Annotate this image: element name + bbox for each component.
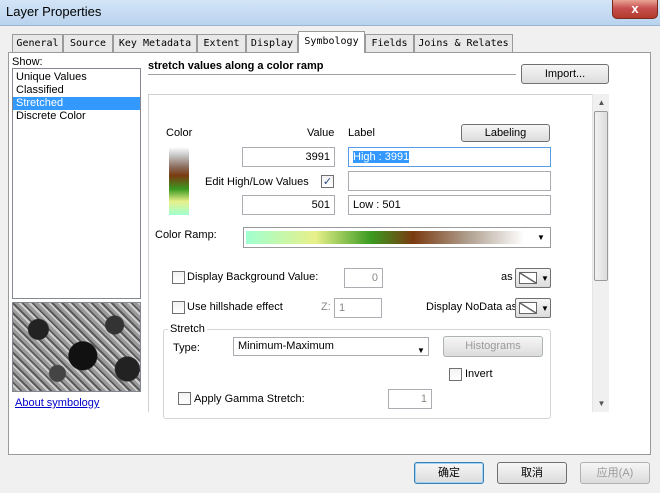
- gamma-stretch-checkbox[interactable]: [178, 392, 191, 405]
- ok-button[interactable]: 确定: [414, 462, 484, 484]
- background-as-label: as: [501, 271, 513, 283]
- stretch-title: Stretch: [168, 323, 207, 335]
- display-background-checkbox[interactable]: [172, 271, 185, 284]
- header-divider: [148, 74, 516, 75]
- chevron-down-icon: ▼: [541, 304, 549, 313]
- import-button[interactable]: Import...: [521, 64, 609, 84]
- middle-label-field[interactable]: [348, 171, 551, 191]
- show-list[interactable]: Unique Values Classified Stretched Discr…: [12, 68, 141, 299]
- show-item-discrete-color[interactable]: Discrete Color: [13, 110, 140, 123]
- preview-image: [12, 302, 141, 392]
- labeling-button[interactable]: Labeling: [461, 124, 550, 142]
- vertical-scrollbar[interactable]: ▲ ▼: [592, 94, 609, 412]
- background-color-dropdown[interactable]: ▼: [515, 268, 551, 288]
- color-ramp-swatch: [169, 147, 189, 215]
- invert-checkbox[interactable]: [449, 368, 462, 381]
- scroll-down-icon[interactable]: ▼: [593, 395, 610, 412]
- gamma-value-field[interactable]: 1: [388, 389, 432, 409]
- color-symbol-icon: [519, 302, 537, 314]
- edit-high-low-checkbox[interactable]: ✓: [321, 175, 334, 188]
- color-column-header: Color: [166, 127, 193, 139]
- apply-button[interactable]: 应用(A): [580, 462, 650, 484]
- tab-source[interactable]: Source: [63, 34, 113, 52]
- chevron-down-icon: ▼: [417, 346, 425, 355]
- stretch-type-value: Minimum-Maximum: [238, 340, 334, 352]
- close-button[interactable]: x: [612, 0, 658, 19]
- tab-extent[interactable]: Extent: [197, 34, 246, 52]
- color-symbol-icon: [519, 272, 537, 284]
- histograms-button[interactable]: Histograms: [443, 336, 543, 357]
- label-column-header: Label: [348, 127, 375, 139]
- scroll-up-icon[interactable]: ▲: [593, 94, 610, 111]
- hillshade-checkbox[interactable]: [172, 301, 185, 314]
- close-icon: x: [631, 1, 639, 16]
- cancel-button[interactable]: 取消: [497, 462, 567, 484]
- high-label-field[interactable]: High : 3991: [348, 147, 551, 167]
- tab-joins-relates[interactable]: Joins & Relates: [414, 34, 513, 52]
- chevron-down-icon: ▼: [541, 274, 549, 283]
- about-symbology-link[interactable]: About symbology: [15, 397, 99, 409]
- color-ramp-dropdown[interactable]: ▼: [243, 227, 551, 248]
- display-background-label: Display Background Value:: [187, 271, 319, 283]
- z-factor-field[interactable]: 1: [334, 298, 382, 318]
- background-value-field[interactable]: 0: [344, 268, 383, 288]
- tab-symbology[interactable]: Symbology: [298, 31, 365, 53]
- tab-display[interactable]: Display: [246, 34, 298, 52]
- show-item-classified[interactable]: Classified: [13, 84, 140, 97]
- chevron-down-icon: ▼: [537, 233, 545, 242]
- color-ramp-preview: [246, 231, 524, 244]
- tab-key-metadata[interactable]: Key Metadata: [113, 34, 197, 52]
- edit-high-low-label: Edit High/Low Values: [205, 176, 309, 188]
- nodata-label: Display NoData as: [426, 301, 518, 313]
- gamma-stretch-label: Apply Gamma Stretch:: [194, 393, 305, 405]
- show-item-stretched[interactable]: Stretched: [13, 97, 140, 110]
- scroll-thumb[interactable]: [594, 111, 608, 281]
- stretch-type-label: Type:: [173, 342, 200, 354]
- high-value-field[interactable]: 3991: [242, 147, 335, 167]
- show-label: Show:: [12, 56, 43, 68]
- stretch-type-select[interactable]: Minimum-Maximum ▼: [233, 337, 429, 356]
- high-label-selected-text: High : 3991: [353, 151, 410, 163]
- hillshade-label: Use hillshade effect: [187, 301, 283, 313]
- value-column-header: Value: [307, 127, 335, 139]
- tab-general[interactable]: General: [12, 34, 63, 52]
- low-value-field[interactable]: 501: [242, 195, 335, 215]
- color-ramp-label: Color Ramp:: [155, 229, 217, 241]
- tab-fields[interactable]: Fields: [365, 34, 414, 52]
- show-item-unique-values[interactable]: Unique Values: [13, 71, 140, 84]
- z-factor-label: Z:: [321, 301, 331, 313]
- low-label-field[interactable]: Low : 501: [348, 195, 551, 215]
- nodata-color-dropdown[interactable]: ▼: [515, 298, 551, 318]
- window-title: Layer Properties: [6, 4, 102, 19]
- renderer-description: stretch values along a color ramp: [148, 60, 324, 72]
- invert-label: Invert: [465, 368, 493, 380]
